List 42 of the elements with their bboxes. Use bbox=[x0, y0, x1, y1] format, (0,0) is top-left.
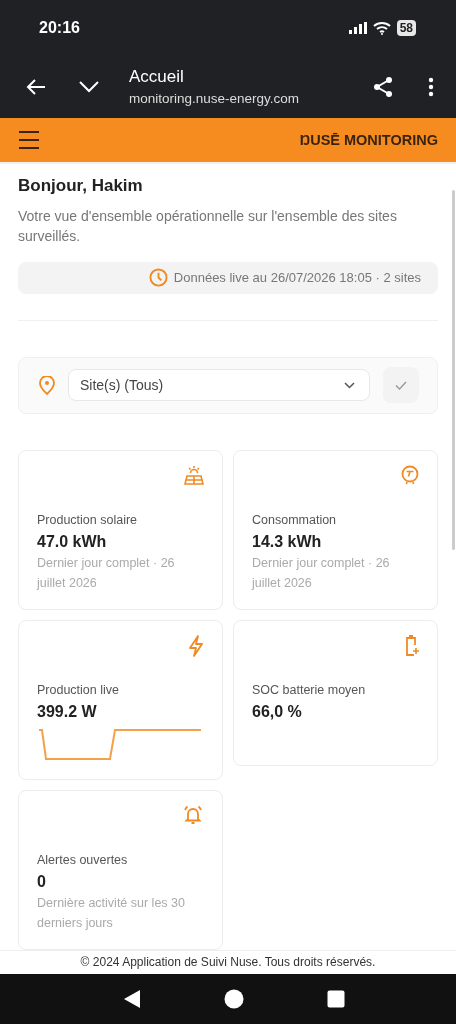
more-icon[interactable] bbox=[428, 76, 434, 97]
metric-label: Alertes ouvertes bbox=[37, 852, 129, 867]
home-nav-icon[interactable] bbox=[224, 989, 244, 1009]
signal-icon bbox=[348, 21, 367, 34]
bell-icon bbox=[182, 804, 204, 825]
subtitle: Votre vue d'ensemble opérationnelle sur l'ensemble des sites surveillés. bbox=[18, 206, 398, 246]
metric-value: 0 bbox=[37, 872, 47, 891]
battery-charging-icon bbox=[405, 634, 419, 657]
meter-icon bbox=[401, 464, 419, 485]
greeting: Bonjour, Hakim bbox=[18, 175, 144, 196]
metric-note: Dernier jour complet · 26 juillet 2026 bbox=[252, 554, 391, 592]
metric-value: 66,0 % bbox=[252, 702, 303, 721]
live-info-text: Données live au 26/07/2026 18:05 · 2 sites bbox=[173, 270, 421, 286]
metric-value: 399.2 W bbox=[37, 702, 98, 721]
recents-nav-icon[interactable] bbox=[326, 990, 345, 1008]
page-title: Accueil bbox=[129, 67, 185, 88]
back-icon[interactable] bbox=[26, 77, 46, 96]
metric-value: 14.3 kWh bbox=[252, 532, 323, 551]
wifi-icon bbox=[372, 20, 391, 35]
clock-icon bbox=[148, 268, 168, 288]
metric-value: 47.0 kWh bbox=[37, 532, 108, 551]
metric-label: Production solaire bbox=[37, 512, 139, 527]
back-nav-icon[interactable] bbox=[123, 989, 142, 1009]
metric-label: SOC batterie moyen bbox=[252, 682, 367, 697]
page-url: monitoring.nuse-energy.com bbox=[129, 91, 301, 107]
check-icon bbox=[395, 380, 407, 390]
chevron-down-icon[interactable] bbox=[79, 80, 99, 93]
metric-label: Production live bbox=[37, 682, 120, 697]
chevron-down-icon bbox=[344, 381, 355, 389]
location-pin-icon bbox=[39, 375, 55, 395]
metric-note: Dernière activité sur les 30 derniers jours bbox=[37, 894, 186, 932]
battery-level: 58 bbox=[396, 19, 416, 36]
menu-icon[interactable] bbox=[18, 130, 40, 151]
scrollbar[interactable] bbox=[452, 190, 455, 550]
solar-panel-icon bbox=[184, 464, 204, 485]
site-select[interactable]: Site(s) (Tous) bbox=[68, 369, 370, 402]
share-icon[interactable] bbox=[372, 75, 394, 98]
metric-note: Dernier jour complet · 26 juillet 2026 bbox=[37, 554, 176, 592]
status-time: 20:16 bbox=[39, 18, 80, 37]
lightning-icon bbox=[188, 634, 204, 657]
brand-logo[interactable]: ŊUSĒ MONITORING bbox=[299, 132, 438, 149]
metric-label: Consommation bbox=[252, 512, 338, 527]
